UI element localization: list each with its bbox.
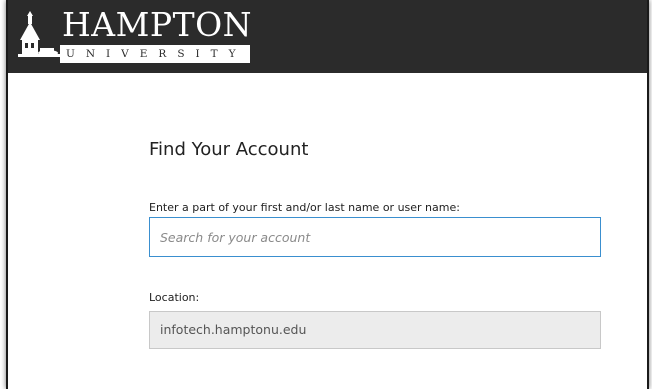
search-input[interactable] — [149, 217, 601, 257]
search-label: Enter a part of your first and/or last n… — [149, 201, 460, 214]
hampton-clock-tower-icon — [16, 10, 64, 62]
header-bar: HAMPTON UNIVERSITY — [8, 0, 647, 73]
location-label: Location: — [149, 291, 200, 304]
location-field: infotech.hamptonu.edu — [149, 311, 601, 349]
page-title: Find Your Account — [149, 139, 309, 160]
hampton-university-logo[interactable]: HAMPTON UNIVERSITY — [16, 5, 253, 64]
logo-subtitle: UNIVERSITY — [60, 45, 250, 63]
browser-frame: HAMPTON UNIVERSITY Find Your Account Ent… — [6, 0, 649, 389]
logo-wordmark: HAMPTON — [62, 5, 253, 44]
